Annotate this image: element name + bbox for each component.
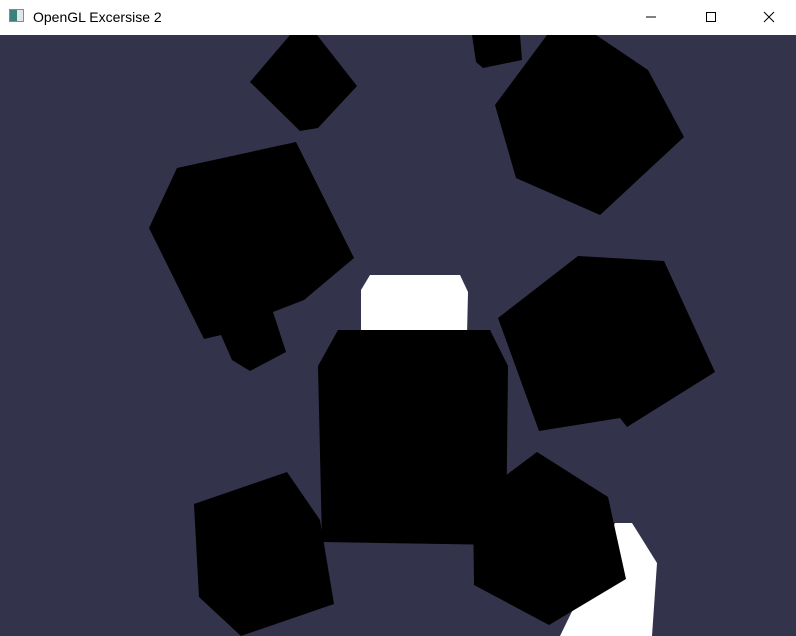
cube (495, 35, 684, 215)
light-cube (361, 275, 468, 335)
maximize-button[interactable] (688, 0, 734, 33)
cube (250, 35, 357, 131)
title-bar[interactable]: OpenGL Excersise 2 (0, 0, 796, 35)
cube (149, 142, 354, 371)
opengl-viewport[interactable] (0, 35, 796, 636)
minimize-icon (646, 16, 656, 17)
close-button[interactable] (746, 0, 792, 33)
maximize-icon (706, 11, 716, 22)
cube (498, 256, 715, 431)
close-icon (763, 11, 775, 22)
cube (472, 35, 522, 68)
minimize-button[interactable] (628, 0, 674, 33)
scene-render (149, 35, 715, 636)
window-title: OpenGL Excersise 2 (33, 9, 162, 25)
app-window-icon (9, 9, 24, 22)
cube (194, 472, 334, 636)
